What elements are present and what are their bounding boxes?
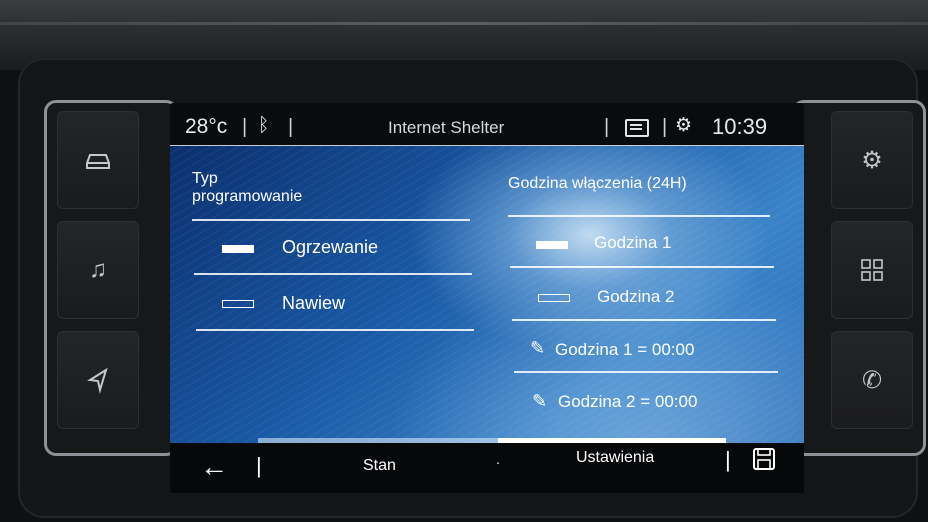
tab-dot: .	[496, 451, 500, 467]
car-button[interactable]	[57, 111, 139, 209]
option-label: Godzina 2	[597, 287, 675, 306]
divider	[508, 215, 770, 217]
bottom-bar: ← | Stan . Ustawienia |	[170, 443, 804, 493]
music-note-icon: ♫	[89, 256, 107, 283]
selected-indicator	[222, 245, 254, 253]
pencil-icon: ✎	[530, 338, 546, 358]
divider	[512, 319, 776, 321]
separator: |	[256, 453, 262, 478]
divider	[192, 219, 470, 221]
apps-grid-icon	[861, 259, 883, 281]
option-label: Nawiew	[282, 293, 346, 313]
gear-icon[interactable]: ⚙	[675, 114, 692, 137]
separator: |	[604, 116, 610, 138]
separator: |	[242, 116, 248, 138]
navigation-button[interactable]	[57, 331, 139, 429]
program-type-header-line2: programowanie	[192, 188, 303, 205]
settings-icon: ⚙	[861, 146, 883, 174]
phone-icon: ✆	[861, 366, 883, 394]
selected-indicator	[536, 241, 568, 249]
navigation-icon	[87, 367, 108, 394]
option-label: Ogrzewanie	[282, 237, 379, 257]
program-type-header-line1: Typ	[192, 170, 218, 187]
source-title: Internet Shelter	[388, 118, 505, 137]
bluetooth-icon: ᛒ	[258, 115, 270, 136]
unselected-indicator	[222, 300, 254, 308]
divider	[514, 371, 778, 373]
apps-button[interactable]	[831, 221, 913, 319]
temperature-readout: 28°c	[185, 115, 228, 138]
settings-button[interactable]: ⚙	[831, 111, 913, 209]
right-hardware-panel: ⚙ ✆	[792, 100, 926, 456]
pencil-icon: ✎	[532, 391, 548, 411]
status-bar: 28°c | ᛒ | Internet Shelter | | ⚙ 10:39	[170, 103, 804, 146]
divider	[194, 273, 472, 275]
touchscreen: 28°c | ᛒ | Internet Shelter | | ⚙ 10:39 …	[170, 103, 804, 493]
phone-button[interactable]: ✆	[831, 331, 913, 429]
list-icon[interactable]	[625, 119, 649, 137]
tab-ustawienia[interactable]: Ustawienia	[576, 449, 654, 467]
tab-stan[interactable]: Stan	[363, 457, 396, 475]
separator: |	[725, 447, 731, 472]
edit-label: Godzina 2 = 00:00	[558, 392, 698, 411]
divider	[510, 266, 774, 268]
car-icon	[86, 154, 110, 169]
back-arrow-icon[interactable]: ←	[200, 451, 228, 483]
separator: |	[662, 116, 668, 138]
save-icon[interactable]	[752, 447, 776, 471]
clock: 10:39	[712, 114, 768, 139]
start-time-header: Godzina włączenia (24H)	[508, 175, 687, 192]
option-label: Godzina 1	[594, 233, 672, 252]
media-button[interactable]: ♫	[57, 221, 139, 319]
edit-label: Godzina 1 = 00:00	[555, 340, 695, 359]
separator: |	[288, 116, 294, 138]
left-hardware-panel: ♫	[44, 100, 178, 456]
unselected-indicator	[538, 294, 570, 302]
divider	[196, 329, 474, 331]
program-type-header: Typ programowanie	[192, 170, 302, 206]
